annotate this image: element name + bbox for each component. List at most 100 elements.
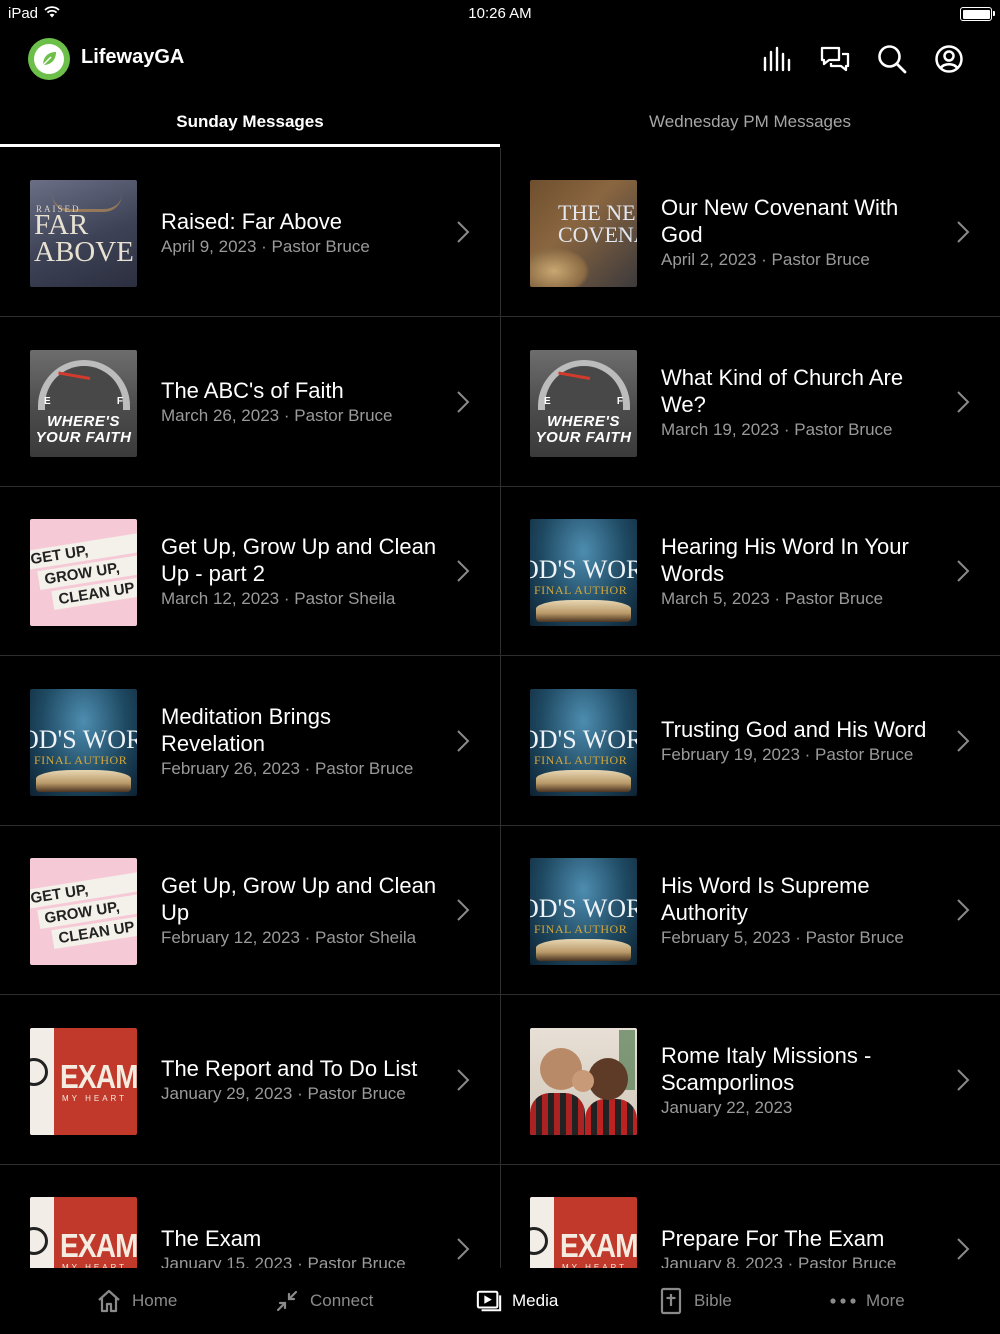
sermon-list-item[interactable]: Rome Italy Missions - Scamporlinos Janua… [500,996,1000,1165]
equalizer-icon[interactable] [761,42,795,76]
chevron-right-icon [957,221,970,243]
thumb-text: OD'S WOR [530,555,637,584]
chevron-right-icon [457,1238,470,1260]
chevron-right-icon [457,729,470,752]
sermon-text: What Kind of Church Are We? March 19, 20… [661,318,940,486]
sermon-subtitle: January 29, 2023 · Pastor Bruce [161,1084,406,1103]
thumb-text: WHERE'S YOUR FAITH [35,412,132,446]
thumb-text: EXAMI [60,1227,137,1264]
sermon-thumbnail: EXAMI MY HEART [30,1197,137,1268]
sermon-title: The ABC's of Faith [161,378,344,403]
sermon-list-item[interactable]: GET UP, GROW UP, CLEAN UP Get Up, Grow U… [0,487,500,656]
bible-graphic [536,769,631,792]
chat-icon[interactable] [818,42,852,76]
sermon-thumbnail: EF WHERE'S YOUR FAITH [530,349,637,457]
thumb-text: FINAL AUTHOR [534,752,628,767]
sermon-list-item[interactable]: OD'S WOR FINAL AUTHOR His Word Is Suprem… [500,826,1000,995]
account-icon[interactable] [932,42,966,76]
sermon-text: The Report and To Do List January 29, 20… [161,996,440,1164]
app-logo[interactable] [28,38,70,80]
sermon-text: Hearing His Word In Your Words March 5, … [661,487,940,655]
sermon-text: Meditation Brings Revelation February 26… [161,657,440,825]
chevron-right-icon [957,390,970,413]
nav-more[interactable]: More [830,1268,905,1334]
sermon-title: Prepare For The Exam [661,1225,885,1251]
nav-connect[interactable]: Connect [274,1268,373,1334]
sermon-thumbnail [530,1027,637,1135]
status-time: 10:26 AM [468,5,532,22]
sermon-list-item[interactable]: EXAMI MY HEART Prepare For The Exam Janu… [500,1165,1000,1268]
sermon-list-item[interactable]: EF WHERE'S YOUR FAITH The ABC's of Faith … [0,318,500,487]
sermon-subtitle: February 19, 2023 · Pastor Bruce [661,745,914,764]
nav-connect-label: Connect [310,1291,374,1310]
sermon-subtitle: March 5, 2023 · Pastor Bruce [661,589,884,608]
nav-home[interactable]: Home [96,1268,177,1334]
bible-icon [658,1287,684,1315]
thumb-text: EXAMI [560,1227,637,1264]
active-tab-indicator [0,144,500,147]
sermon-thumbnail: EXAMI MY HEART [30,1027,137,1135]
sermon-list-item[interactable]: OD'S WOR FINAL AUTHOR Meditation Brings … [0,657,500,826]
tab-wednesday-pm-messages[interactable]: Wednesday PM Messages [500,96,1000,148]
battery-icon [960,7,995,21]
nav-home-label: Home [132,1291,178,1310]
sermon-subtitle: January 15, 2023 · Pastor Bruce [161,1253,406,1269]
thumb-text: WHERE'S YOUR FAITH [535,412,632,446]
bible-graphic [536,939,631,961]
sermon-list-item[interactable]: EF WHERE'S YOUR FAITH What Kind of Church… [500,318,1000,487]
sermon-list-item[interactable]: THE NECOVENA Our New Covenant With God A… [500,148,1000,317]
sermon-text: Rome Italy Missions - Scamporlinos Janua… [661,996,940,1164]
sermon-subtitle: March 19, 2023 · Pastor Bruce [661,419,893,439]
thumb-text: FINAL AUTHOR [34,752,128,767]
sermon-title: His Word Is Supreme Authority [661,873,870,925]
bible-graphic [36,769,131,792]
sermon-title: The Report and To Do List [161,1056,418,1081]
sermon-subtitle: January 8, 2023 · Pastor Bruce [661,1253,897,1269]
home-icon [96,1288,122,1314]
sermon-title: Get Up, Grow Up and Clean Up - part 2 [161,534,437,586]
sermon-thumbnail: GET UP, GROW UP, CLEAN UP [30,519,137,626]
chevron-right-icon [957,560,970,582]
sermon-list-item[interactable]: EXAMI MY HEART The Exam January 15, 2023… [0,1165,500,1268]
sermon-thumbnail: GET UP, GROW UP, CLEAN UP [30,858,137,965]
thumb-text: FAR ABOVE [34,209,134,268]
sermon-list-item[interactable]: RAISED FAR ABOVE Raised: Far Above April … [0,148,500,317]
sermon-thumbnail: OD'S WOR FINAL AUTHOR [530,688,637,796]
sermon-title: Hearing His Word In Your Words [661,534,909,586]
sermon-list-item[interactable]: GET UP, GROW UP, CLEAN UP Get Up, Grow U… [0,826,500,995]
nav-bible[interactable]: Bible [658,1268,732,1334]
sermon-title: Trusting God and His Word [661,717,927,742]
sermon-grid: RAISED FAR ABOVE Raised: Far Above April … [0,148,1000,1268]
sermon-title: Raised: Far Above [161,208,342,234]
chevron-right-icon [457,899,470,921]
connect-icon [274,1288,300,1314]
chevron-right-icon [457,560,470,582]
sermon-subtitle: February 26, 2023 · Pastor Bruce [161,758,414,778]
tab-sunday-messages[interactable]: Sunday Messages [0,96,500,148]
chevron-right-icon [957,899,970,921]
sermon-subtitle: February 5, 2023 · Pastor Bruce [661,928,904,947]
sermon-thumbnail: OD'S WOR FINAL AUTHOR [530,858,637,965]
sermon-title: The Exam [161,1225,262,1251]
sermon-list-item[interactable]: OD'S WOR FINAL AUTHOR Trusting God and H… [500,657,1000,826]
nav-more-label: More [866,1291,905,1310]
more-icon [830,1288,856,1314]
leaf-icon [34,44,64,74]
sermon-title: Rome Italy Missions - Scamporlinos [661,1042,872,1095]
sermon-thumbnail: EF WHERE'S YOUR FAITH [30,349,137,457]
sermon-title: Meditation Brings Revelation [161,703,331,756]
nav-media-label: Media [512,1291,559,1310]
sermon-subtitle: February 12, 2023 · Pastor Sheila [161,928,417,947]
thumb-text: FINAL AUTHOR [534,583,628,597]
media-icon [476,1288,502,1314]
chevron-right-icon [457,390,470,413]
thumb-text: OD'S WOR [530,724,637,754]
sermon-list-item[interactable]: EXAMI MY HEART The Report and To Do List… [0,996,500,1165]
search-icon[interactable] [875,42,909,76]
chevron-right-icon [457,221,470,243]
nav-media[interactable]: Media [476,1268,558,1334]
header-actions [761,42,966,76]
sermon-list-item[interactable]: OD'S WOR FINAL AUTHOR Hearing His Word I… [500,487,1000,656]
sermon-title: What Kind of Church Are We? [661,364,904,417]
nav-bible-label: Bible [694,1291,732,1310]
